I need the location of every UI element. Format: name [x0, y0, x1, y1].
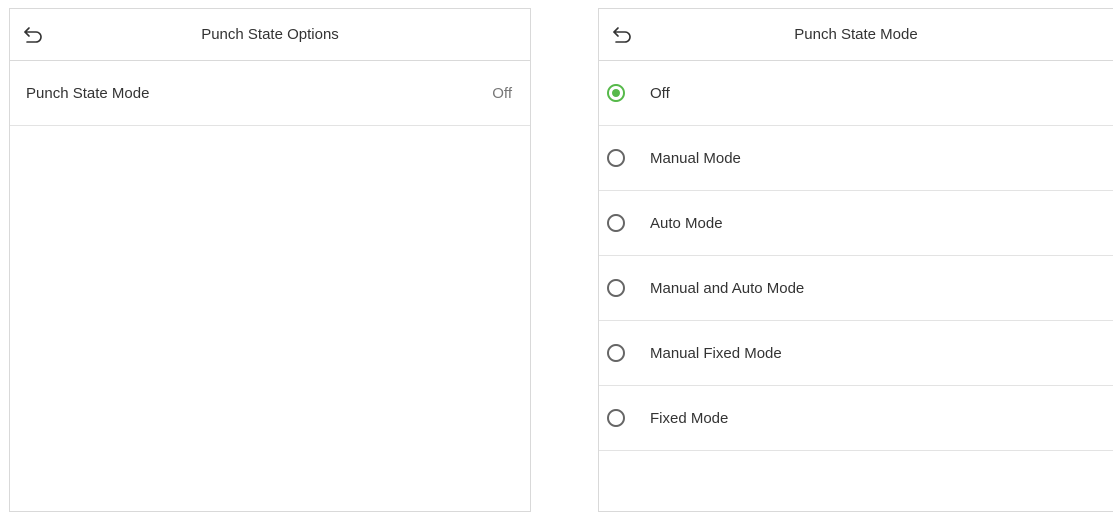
title-bar: Punch State Mode [599, 9, 1113, 61]
page-title: Punch State Options [201, 26, 339, 43]
option-label: Auto Mode [650, 214, 723, 232]
back-button[interactable] [18, 19, 50, 51]
radio-unchecked-icon[interactable] [607, 279, 625, 297]
option-manual-and-auto-mode[interactable]: Manual and Auto Mode [599, 256, 1113, 321]
option-auto-mode[interactable]: Auto Mode [599, 191, 1113, 256]
page-title: Punch State Mode [794, 26, 918, 43]
punch-state-options-screen: Punch State Options Punch State Mode Off [9, 8, 531, 512]
punch-state-mode-setting[interactable]: Punch State Mode Off [10, 61, 530, 126]
option-label: Fixed Mode [650, 409, 729, 427]
back-arrow-icon [613, 27, 631, 43]
punch-state-mode-screen: Punch State Mode Off Manual Mode Auto Mo… [598, 8, 1113, 512]
radio-unchecked-icon[interactable] [607, 214, 625, 232]
radio-unchecked-icon[interactable] [607, 344, 625, 362]
option-manual-fixed-mode[interactable]: Manual Fixed Mode [599, 321, 1113, 386]
option-label: Off [650, 84, 670, 102]
option-label: Manual and Auto Mode [650, 279, 805, 297]
setting-value: Off [492, 84, 512, 102]
radio-unchecked-icon[interactable] [607, 149, 625, 167]
radio-checked-icon[interactable] [607, 84, 625, 102]
setting-label: Punch State Mode [26, 84, 150, 102]
option-off[interactable]: Off [599, 61, 1113, 126]
back-button[interactable] [607, 19, 639, 51]
radio-unchecked-icon[interactable] [607, 409, 625, 427]
option-label: Manual Fixed Mode [650, 344, 782, 362]
title-bar: Punch State Options [10, 9, 530, 61]
option-manual-mode[interactable]: Manual Mode [599, 126, 1113, 191]
back-arrow-icon [24, 27, 42, 43]
option-label: Manual Mode [650, 149, 741, 167]
option-fixed-mode[interactable]: Fixed Mode [599, 386, 1113, 451]
